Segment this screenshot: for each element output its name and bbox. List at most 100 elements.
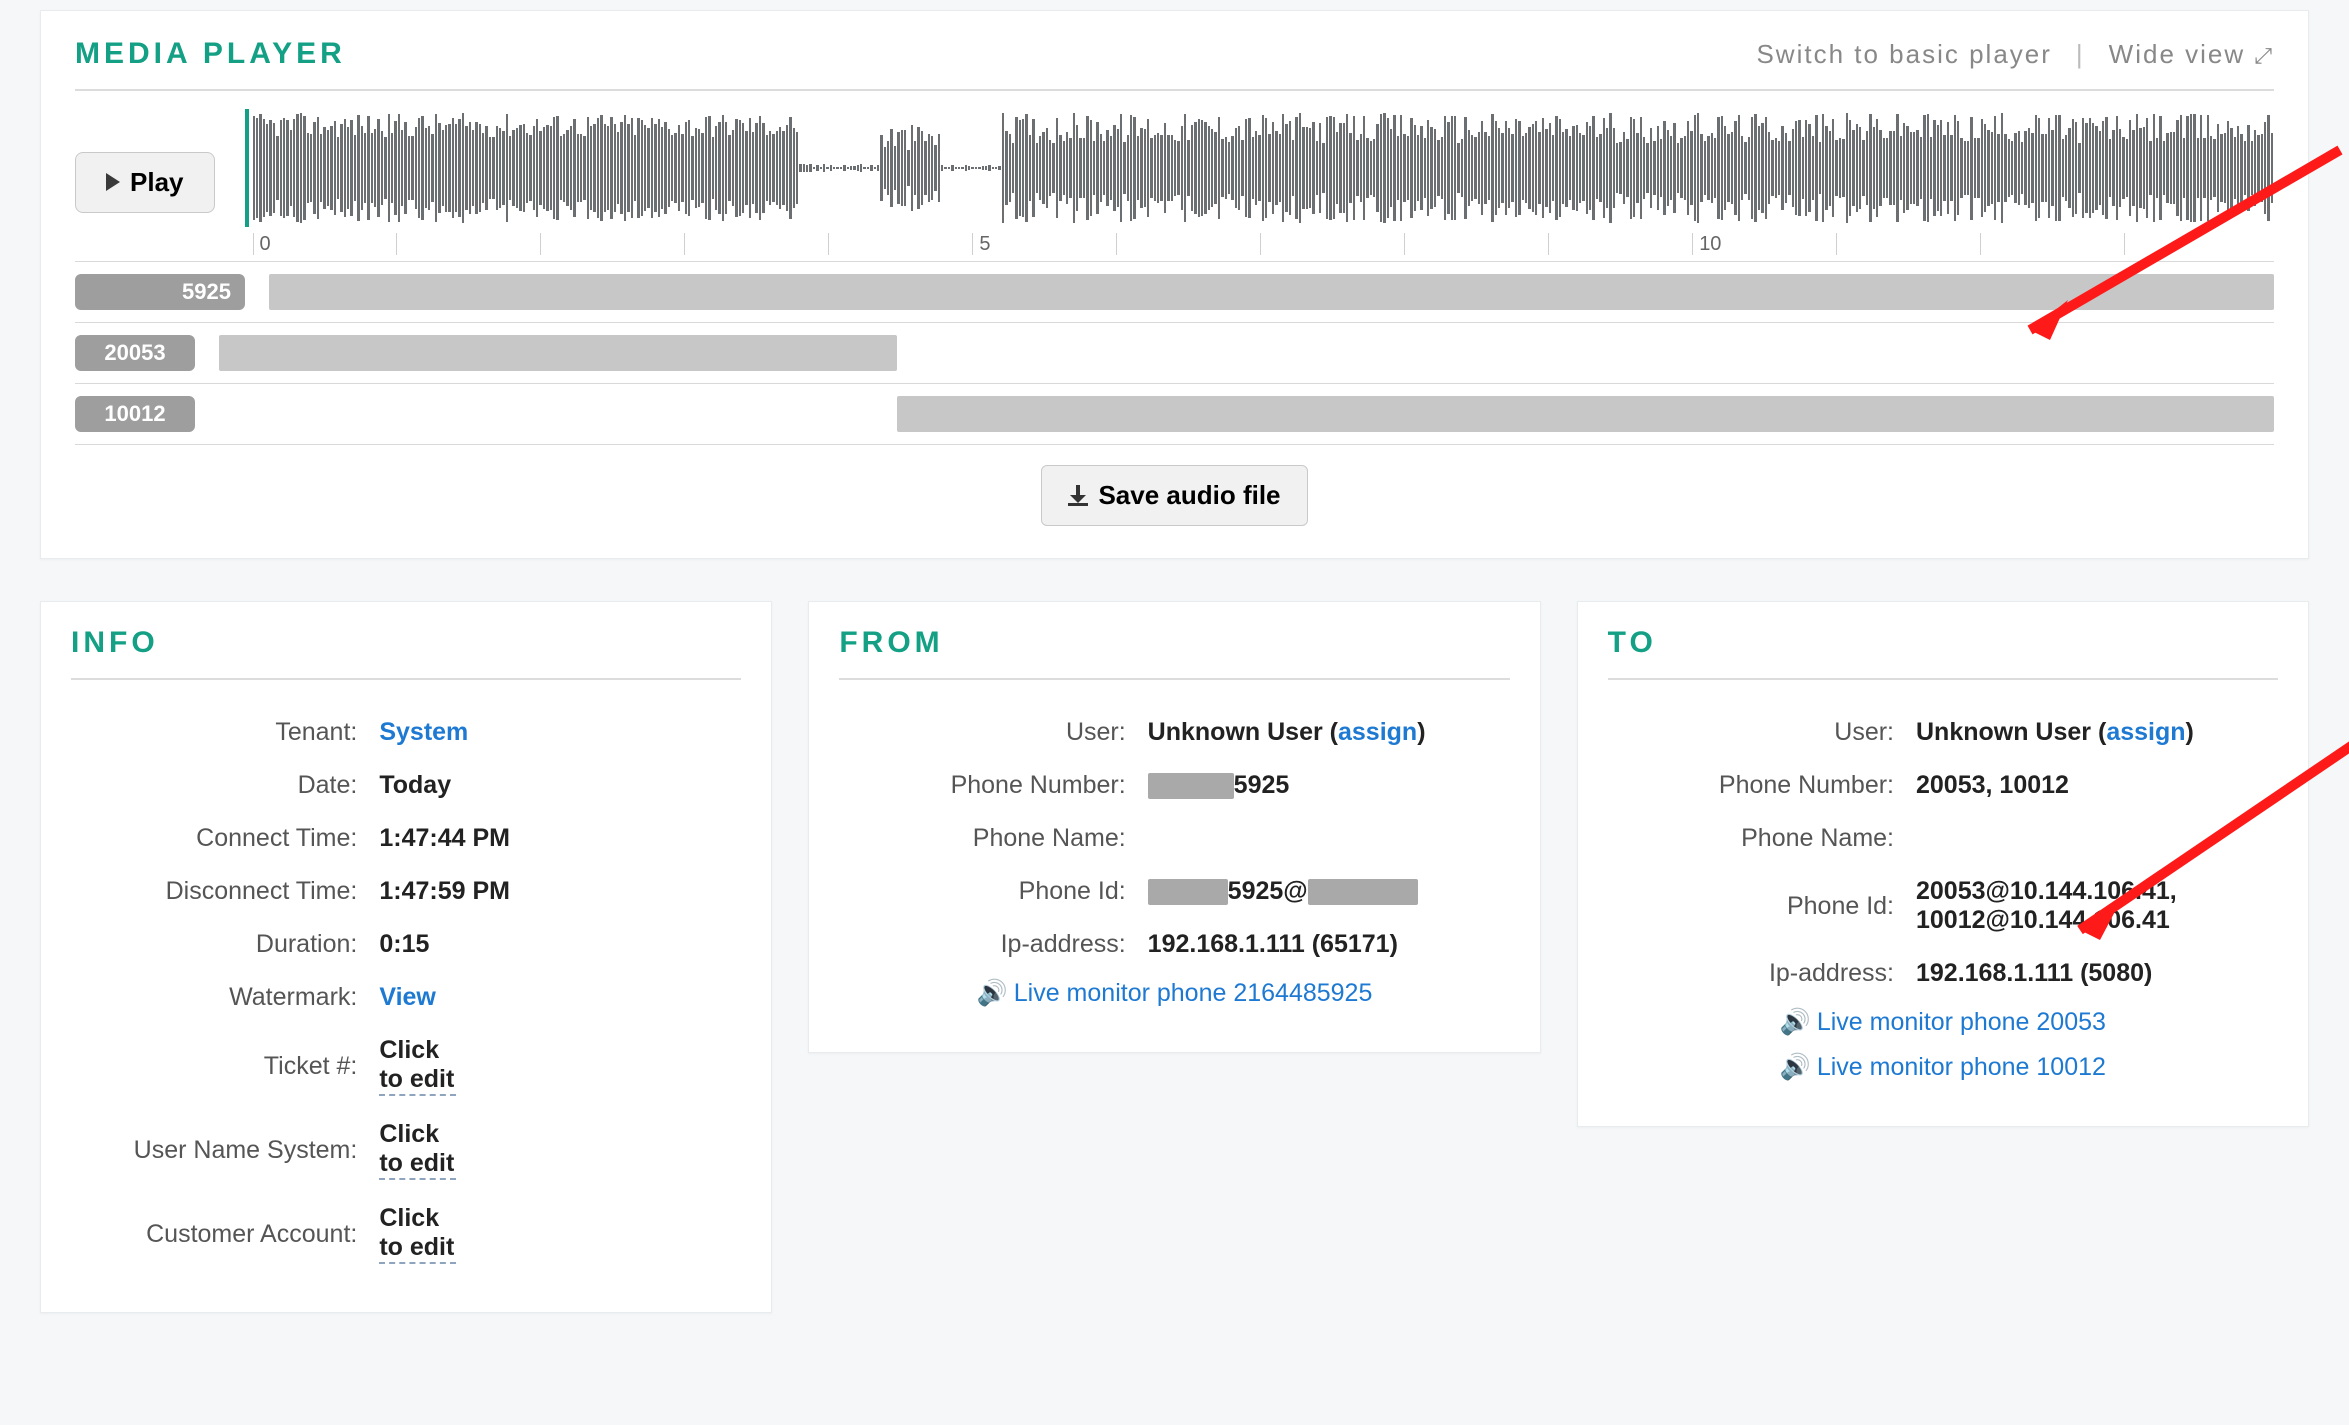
timeline-tick [1260,233,1404,255]
waveform-container[interactable]: 0 5 10 [245,109,2275,255]
to-live-monitor-link-1[interactable]: 🔊Live monitor phone 20053 [1608,1000,2278,1045]
track-bar[interactable] [269,274,2274,310]
date-value: Today [379,771,741,800]
play-button[interactable]: Play [75,152,215,213]
disconnect-time-value: 1:47:59 PM [379,877,741,906]
ticket-label: Ticket #: [71,1052,379,1081]
duration-value: 0:15 [379,930,741,959]
from-phone-id-label: Phone Id: [839,877,1147,906]
save-audio-button[interactable]: Save audio file [1041,465,1307,526]
timeline-tick: 0 [253,233,397,255]
to-live-monitor-link-2[interactable]: 🔊Live monitor phone 10012 [1608,1045,2278,1090]
wide-view-label: Wide view [2109,39,2245,69]
track-label-chip[interactable]: 20053 [75,335,195,371]
to-user-label: User: [1608,718,1916,747]
to-assign-link[interactable]: assign [2106,718,2185,746]
info-panel: INFO Tenant: System Date: Today Connect … [40,601,772,1313]
timeline-tick [684,233,828,255]
wide-view-link[interactable]: Wide view ⤢ [2109,39,2274,70]
from-phone-number-label: Phone Number: [839,771,1147,800]
expand-icon: ⤢ [2254,43,2274,68]
track-bar[interactable] [219,335,897,371]
track-bar-wrap[interactable] [269,274,2274,310]
customer-account-value[interactable]: Click to edit [379,1204,456,1264]
to-column: TO User: Unknown User (assign) Phone Num… [1577,601,2309,1313]
to-phone-id-label: Phone Id: [1608,892,1916,921]
sound-icon: 🔊 [977,979,1008,1007]
timeline-tick [2124,233,2268,255]
timeline-tick [1548,233,1692,255]
from-user-value: Unknown User (assign) [1148,718,1510,747]
from-ip-label: Ip-address: [839,930,1147,959]
from-panel: FROM User: Unknown User (assign) Phone N… [808,601,1540,1053]
to-user-value: Unknown User (assign) [1916,718,2278,747]
timeline-tick: 10 [1692,233,1836,255]
from-phone-name-label: Phone Name: [839,824,1147,853]
sound-icon: 🔊 [1780,1008,1811,1036]
timeline-tick [1404,233,1548,255]
date-label: Date: [71,771,379,800]
track-bar-wrap[interactable] [219,335,2274,371]
from-ip-value: 192.168.1.111 (65171) [1148,930,1510,959]
to-phone-number-label: Phone Number: [1608,771,1916,800]
header-separator: | [2076,39,2085,70]
tenant-label: Tenant: [71,718,379,747]
track-row: xxxxx5925 [75,261,2274,322]
play-icon [106,173,120,191]
timeline-tick [396,233,540,255]
username-system-value[interactable]: Click to edit [379,1120,456,1180]
ticket-value[interactable]: Click to edit [379,1036,456,1096]
to-phone-id-value: 20053@10.144.106.41, 10012@10.144.106.41 [1916,877,2278,935]
redacted-block [1148,773,1234,799]
track-label-chip[interactable]: 10012 [75,396,195,432]
username-system-label: User Name System: [71,1136,379,1165]
to-panel: TO User: Unknown User (assign) Phone Num… [1577,601,2309,1127]
save-audio-label: Save audio file [1098,480,1280,511]
track-bar-wrap[interactable] [219,396,2274,432]
timeline-tick [1116,233,1260,255]
tenant-value[interactable]: System [379,718,741,747]
from-phone-number-value: 5925 [1148,771,1510,800]
track-row: 10012 [75,383,2274,444]
waveform-timeline: 0 5 10 [245,233,2275,255]
timeline-tick: 5 [972,233,1116,255]
from-title: FROM [839,626,1509,680]
media-player-panel: MEDIA PLAYER Switch to basic player | Wi… [40,10,2309,559]
timeline-tick [1980,233,2124,255]
play-label: Play [130,167,184,198]
connect-time-value: 1:47:44 PM [379,824,741,853]
to-ip-value: 192.168.1.111 (5080) [1916,959,2278,988]
redacted-block [1308,879,1418,905]
details-columns: INFO Tenant: System Date: Today Connect … [40,601,2309,1313]
waveform-row: Play 0 5 10 [75,109,2274,261]
to-title: TO [1608,626,2278,680]
from-column: FROM User: Unknown User (assign) Phone N… [808,601,1540,1313]
from-assign-link[interactable]: assign [1338,718,1417,746]
timeline-tick [1836,233,1980,255]
media-player-header-links: Switch to basic player | Wide view ⤢ [1756,39,2274,70]
switch-to-basic-link[interactable]: Switch to basic player [1756,39,2051,70]
from-phone-id-value: 5925@ [1148,877,1510,906]
disconnect-time-label: Disconnect Time: [71,877,379,906]
track-list: xxxxx5925 20053 10012 [75,261,2274,444]
watermark-value[interactable]: View [379,983,741,1012]
to-ip-label: Ip-address: [1608,959,1916,988]
from-live-monitor-link[interactable]: 🔊Live monitor phone 2164485925 [839,971,1509,1016]
duration-label: Duration: [71,930,379,959]
info-title: INFO [71,626,741,680]
info-column: INFO Tenant: System Date: Today Connect … [40,601,772,1313]
timeline-tick [540,233,684,255]
redacted-block [1148,879,1228,905]
sound-icon: 🔊 [1780,1053,1811,1081]
timeline-tick [2268,233,2274,255]
timeline-tick [828,233,972,255]
waveform[interactable] [245,109,2275,227]
from-user-label: User: [839,718,1147,747]
track-bar[interactable] [897,396,2274,432]
track-label-chip[interactable]: xxxxx5925 [75,274,245,310]
track-row: 20053 [75,322,2274,383]
customer-account-label: Customer Account: [71,1220,379,1249]
to-phone-name-label: Phone Name: [1608,824,1916,853]
to-phone-number-value: 20053, 10012 [1916,771,2278,800]
watermark-label: Watermark: [71,983,379,1012]
